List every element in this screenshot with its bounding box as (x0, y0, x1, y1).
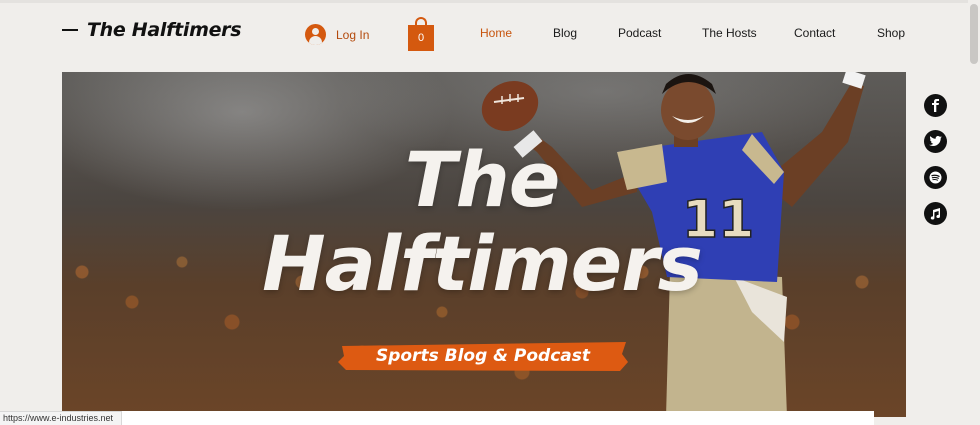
nav-the-hosts[interactable]: The Hosts (702, 26, 757, 40)
status-url: https://www.e-industries.net (3, 413, 114, 423)
scrollbar[interactable] (968, 0, 980, 425)
top-border (0, 0, 980, 3)
nav-podcast[interactable]: Podcast (618, 26, 661, 40)
nav-shop[interactable]: Shop (877, 26, 905, 40)
hero-title-line-2: Halftimers (262, 219, 703, 308)
hero-subtitle-badge: Sports Blog & Podcast (336, 340, 630, 373)
hero-title: The Halftimers (222, 138, 742, 306)
hero-title-line-1: The (404, 135, 561, 224)
main-nav: Home Blog Podcast The Hosts Contact Shop (0, 26, 980, 42)
hero-banner: 11 The Halftimers Sports Blog & Podcast (62, 72, 906, 417)
nav-contact[interactable]: Contact (794, 26, 835, 40)
twitter-icon[interactable] (924, 130, 947, 153)
browser-status-bar: https://www.e-industries.net (0, 411, 122, 425)
social-links (924, 94, 947, 238)
spotify-icon[interactable] (924, 166, 947, 189)
nav-blog[interactable]: Blog (553, 26, 577, 40)
page-bottom-strip (122, 411, 874, 425)
nav-home[interactable]: Home (480, 26, 512, 40)
hero-subtitle: Sports Blog & Podcast (375, 346, 591, 366)
music-note-icon[interactable] (924, 202, 947, 225)
facebook-icon[interactable] (924, 94, 947, 117)
